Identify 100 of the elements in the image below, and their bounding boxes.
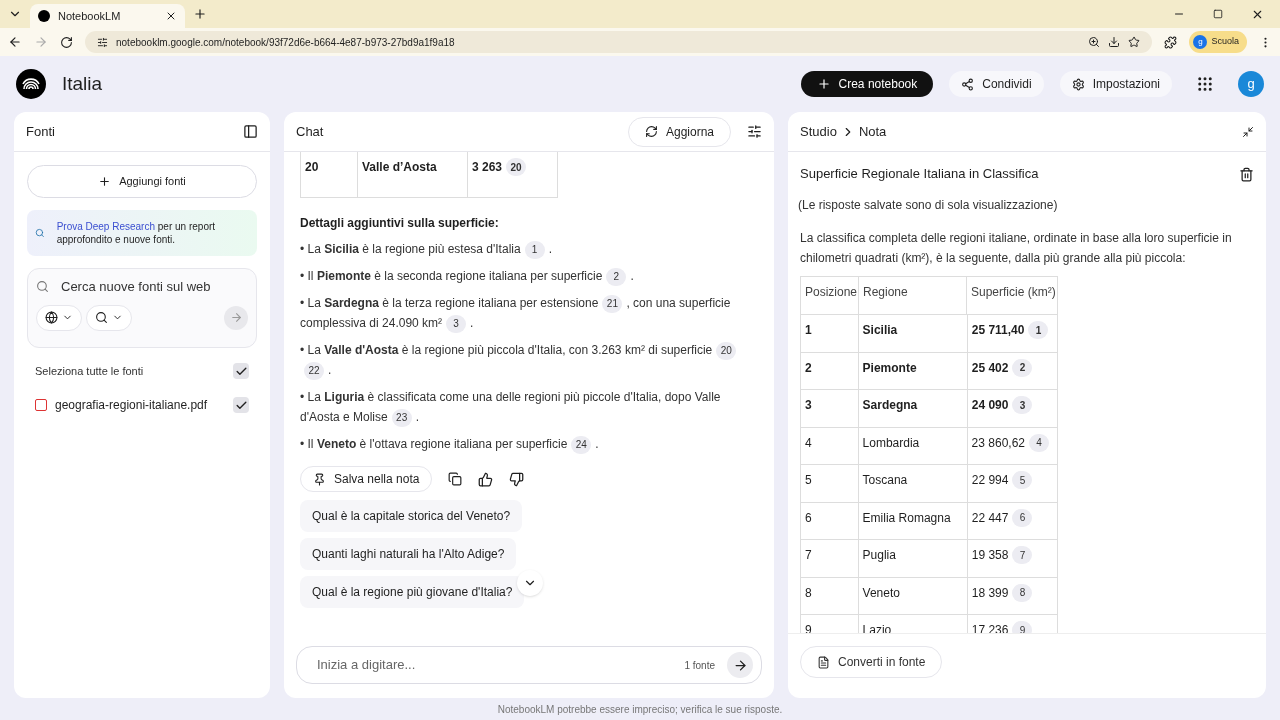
notebook-name[interactable]: Italia — [62, 69, 103, 99]
search-icon — [36, 280, 49, 294]
citation-chip[interactable]: 23 — [391, 408, 412, 427]
deep-research-link[interactable]: Prova Deep Research — [56, 221, 155, 232]
notebook-logo-icon[interactable] — [16, 69, 46, 99]
table-cell: 3 263 20 — [467, 152, 558, 198]
citation-chip[interactable]: 7 — [1012, 546, 1033, 564]
table-cell-text: 4 — [804, 434, 813, 452]
web-source-dropdown[interactable] — [36, 304, 82, 331]
send-button[interactable] — [727, 652, 753, 678]
bullet-paragraph: • La Sicilia è la regione più estesa d'Italia 1 . — [300, 239, 758, 259]
collapse-panel-icon[interactable] — [243, 124, 258, 139]
table-cell: Piemonte — [857, 352, 967, 389]
table-cell-text: 6 — [804, 509, 813, 527]
settings-icon — [1071, 77, 1085, 91]
select-all-label: Seleziona tutte le fonti — [35, 363, 145, 379]
web-search-field[interactable]: Cerca nuove fonti sul web — [61, 277, 248, 297]
citation-chip[interactable]: 6 — [1012, 508, 1033, 527]
citation-chip[interactable]: 21 — [602, 294, 623, 313]
table-cell: 22 447 6 — [966, 502, 1057, 539]
profile-button[interactable]: g Scuola — [1189, 31, 1247, 53]
plus-icon — [816, 77, 831, 91]
settings-button[interactable]: Impostazioni — [1059, 71, 1172, 97]
table-cell: Veneto — [857, 577, 967, 614]
table-cell: 20 — [300, 152, 357, 198]
breadcrumb-link[interactable]: Studio — [800, 121, 837, 142]
address-bar[interactable]: notebooklm.google.com/notebook/93f72d6e-b664-4e87-b973-27bd9a1f9a18 — [85, 31, 1153, 53]
citation-chip[interactable]: 24 — [571, 435, 592, 454]
bullet-paragraph: • Il Piemonte è la seconda regione italiana per superficie 2 . — [300, 266, 758, 286]
collapse-icon[interactable] — [1242, 125, 1254, 138]
site-info-icon[interactable] — [97, 36, 108, 48]
checkbox[interactable] — [233, 363, 249, 379]
citation-chip[interactable]: 3 — [446, 314, 467, 333]
chat-input[interactable]: Inizia a digitare... — [317, 655, 673, 675]
citation-chip[interactable]: 8 — [1012, 583, 1033, 602]
table-cell: 24 090 3 — [966, 390, 1057, 427]
pin-icon — [313, 472, 326, 486]
table-cell: Sardegna — [857, 390, 967, 427]
chat-settings-icon[interactable] — [747, 124, 762, 139]
thumbs-up-icon[interactable] — [478, 471, 494, 487]
suggested-question[interactable]: Qual è la regione più giovane d'Italia? — [300, 576, 525, 608]
account-avatar[interactable]: g — [1238, 71, 1264, 97]
promo-text: Prova Deep Research per un report approfondito e nuove fonti. — [56, 220, 217, 246]
share-button[interactable]: Condividi — [949, 71, 1044, 97]
plus-icon — [98, 175, 112, 188]
table-cell: 18 399 8 — [966, 577, 1057, 614]
reload-icon[interactable] — [60, 35, 73, 49]
create-notebook-button[interactable]: Crea notebook — [800, 71, 934, 97]
restore-icon[interactable] — [1213, 9, 1223, 19]
install-icon[interactable] — [1108, 36, 1121, 48]
browser-tab[interactable]: NotebookLM — [30, 4, 185, 28]
citation-chip[interactable]: 1 — [1028, 321, 1049, 339]
citation-chip[interactable]: 1 — [524, 240, 545, 259]
citation-chip[interactable]: 2 — [606, 267, 627, 286]
table-cell: 22 994 5 — [966, 465, 1057, 502]
citation-chip[interactable]: 9 — [1012, 621, 1033, 633]
section-heading: Dettagli aggiuntivi sulla superficie: — [300, 215, 500, 232]
research-mode-dropdown[interactable] — [86, 304, 132, 331]
apps-icon[interactable] — [1196, 75, 1214, 93]
column-header: Superficie (km²) — [966, 277, 1057, 314]
refresh-icon — [644, 125, 658, 138]
thumbs-down-icon[interactable] — [509, 471, 525, 487]
profile-avatar: g — [1193, 35, 1208, 49]
close-icon[interactable] — [165, 10, 177, 22]
suggested-question[interactable]: Quanti laghi naturali ha l'Alto Adige? — [300, 538, 517, 570]
back-icon[interactable] — [8, 35, 22, 49]
citation-chip[interactable]: 20 — [716, 341, 737, 360]
table-cell: 25 711,40 1 — [966, 315, 1057, 352]
citation-chip[interactable]: 3 — [1012, 396, 1033, 414]
submit-button[interactable] — [224, 305, 248, 330]
bullet-paragraph: • Il Veneto è l'ottava regione italiana per superficie 24 . — [300, 434, 758, 454]
checkbox[interactable] — [233, 397, 249, 413]
arrow-right-icon — [229, 311, 243, 324]
citation-chip[interactable]: 5 — [1012, 471, 1033, 489]
zoom-icon[interactable] — [1088, 36, 1101, 48]
table-cell: Valle d’Aosta — [357, 152, 467, 198]
bookmark-icon[interactable] — [1128, 36, 1141, 48]
column-header: Regione — [858, 277, 966, 314]
bullet-paragraph: • La Valle d'Aosta è la regione più piccola d'Italia, con 3.263 km² di superficie 20 22 . — [300, 340, 758, 380]
globe-icon — [45, 311, 58, 324]
source-name[interactable]: geografia-regioni-italiane.pdf — [55, 396, 225, 414]
citation-chip[interactable]: 4 — [1029, 433, 1049, 452]
new-tab-icon[interactable] — [193, 7, 207, 21]
citation-chip[interactable]: 20 — [506, 158, 527, 176]
column-header: Posizione — [804, 284, 858, 301]
suggested-question[interactable]: Qual è la capitale storica del Veneto? — [300, 500, 523, 532]
table-cell: Lombardia — [857, 427, 967, 464]
readonly-notice: (Le risposte salvate sono di sola visualizzazione) — [797, 197, 1059, 214]
source-count: 1 fonte — [684, 658, 715, 673]
table-cell: 23 860,62 4 — [966, 427, 1057, 464]
citation-chip[interactable]: 22 — [304, 361, 324, 380]
table-cell: 19 358 7 — [966, 540, 1057, 577]
citation-chip[interactable]: 2 — [1012, 358, 1033, 377]
delete-icon[interactable] — [1239, 166, 1254, 182]
extensions-icon[interactable] — [1164, 35, 1178, 49]
disclaimer: NotebookLM potrebbe essere impreciso; verifica le sue risposte. — [497, 702, 783, 717]
chat-composer[interactable]: Inizia a digitare... 1 fonte — [296, 646, 762, 684]
scroll-down-button[interactable] — [517, 570, 543, 596]
copy-icon[interactable] — [448, 472, 463, 486]
bullet-paragraph: • La Liguria è classificata come una delle regioni più piccole d'Italia, dopo Valle d'Aosta e Molise 23 . — [300, 387, 758, 427]
